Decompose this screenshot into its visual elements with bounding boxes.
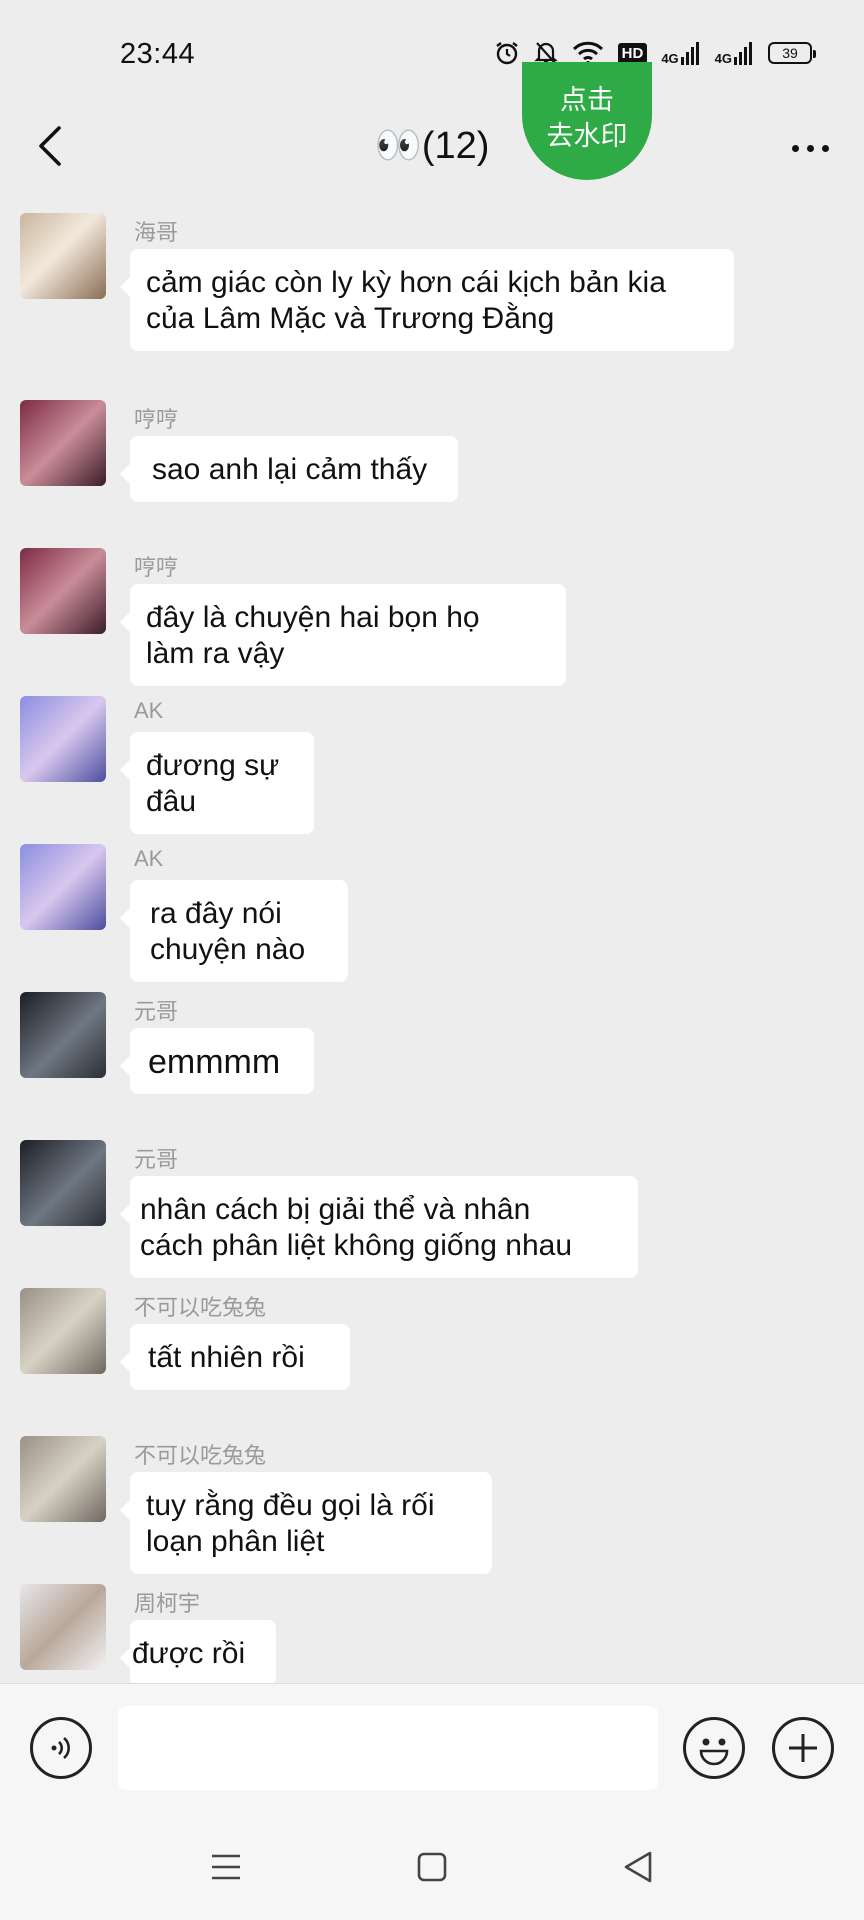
message-bubble[interactable]: tuy rằng đều gọi là rối loạn phân liệt [120, 1472, 492, 1574]
message-line: của Lâm Mặc và Trương Đằng [146, 302, 555, 335]
voice-icon [51, 1737, 70, 1759]
message-line: ra đây nói [150, 897, 282, 930]
watermark-label-1: 点击 [560, 85, 614, 115]
message-line: chuyện nào [150, 933, 306, 966]
sender-name: AK [134, 698, 164, 723]
back-triangle-icon [624, 1851, 652, 1883]
message-line: được rồi [132, 1637, 246, 1670]
avatar[interactable] [20, 1436, 106, 1522]
avatar[interactable] [20, 1140, 106, 1226]
network-label-1: 4G [661, 51, 679, 66]
menu-icon [212, 1854, 240, 1880]
chat-title: 👀(12) [374, 125, 490, 167]
avatar[interactable] [20, 400, 106, 486]
message-bubble[interactable]: đây là chuyện hai bọn họ làm ra vậy [120, 584, 566, 686]
sender-name: 哼哼 [134, 407, 179, 432]
message-line: tuy rằng đều gọi là rối [146, 1489, 435, 1522]
chat-header: 👀(12) [0, 88, 864, 203]
message-bubble[interactable]: sao anh lại cảm thấy [120, 436, 458, 502]
message-input[interactable] [118, 1706, 658, 1790]
signal-bars-icon [734, 42, 752, 65]
sender-name: 周柯宇 [134, 1591, 201, 1616]
sender-name: AK [134, 846, 164, 871]
battery-level: 39 [782, 45, 798, 61]
emoji-icon [699, 1738, 729, 1766]
battery-icon: 39 [768, 42, 816, 64]
message-list[interactable]: 海哥 cảm giác còn ly kỳ hơn cái kịch bản k… [0, 203, 864, 1683]
avatar[interactable] [20, 213, 106, 299]
message-line: tất nhiên rồi [148, 1341, 305, 1374]
message-bubble[interactable]: được rồi [120, 1620, 276, 1683]
more-button[interactable] [780, 128, 840, 168]
message-line: cách phân liệt không giống nhau [140, 1229, 573, 1262]
hd-badge: HD [617, 42, 648, 64]
avatar[interactable] [20, 548, 106, 634]
message-bubble[interactable]: nhân cách bị giải thể và nhân cách phân … [120, 1176, 638, 1278]
message-line: đương sự đâu [146, 749, 280, 818]
menu-button[interactable] [202, 1843, 250, 1891]
message-line: đây là chuyện hai bọn họ [146, 601, 480, 634]
avatar[interactable] [20, 1288, 106, 1374]
nav-back-button[interactable] [614, 1843, 662, 1891]
sender-name: 海哥 [134, 220, 179, 245]
message-bubble[interactable]: ra đây nói chuyện nào [120, 880, 348, 982]
avatar[interactable] [20, 696, 106, 782]
message-bubble[interactable]: tất nhiên rồi [120, 1324, 350, 1390]
message-line: nhân cách bị giải thể và nhân [140, 1193, 531, 1226]
voice-button[interactable] [30, 1717, 92, 1779]
sender-name: 不可以吃兔兔 [134, 1443, 267, 1468]
more-dot [806, 144, 814, 152]
message-line: cảm giác còn ly kỳ hơn cái kịch bản kia [146, 266, 666, 299]
plus-button[interactable] [772, 1717, 834, 1779]
status-bar: 23:44 HD 4G 4G 39 [0, 0, 864, 88]
signal-2: 4G [715, 41, 754, 65]
alarm-icon [495, 42, 518, 65]
message-line: loạn phân liệt [146, 1525, 325, 1558]
sender-name: 不可以吃兔兔 [134, 1295, 267, 1320]
message-bubble[interactable]: cảm giác còn ly kỳ hơn cái kịch bản kia … [120, 249, 734, 351]
home-icon [417, 1852, 447, 1882]
signal-bars-icon [680, 42, 699, 65]
sender-name: 元哥 [134, 999, 179, 1024]
watermark-label-2: 去水印 [546, 121, 628, 151]
message-line: làm ra vậy [146, 637, 285, 670]
more-dot [791, 144, 799, 152]
message-bubble[interactable]: emmmm [120, 1028, 314, 1094]
message-line: emmmm [148, 1043, 281, 1081]
network-label-2: 4G [714, 51, 732, 66]
sender-name: 元哥 [134, 1147, 179, 1172]
signal-1: 4G [661, 41, 700, 65]
plus-icon [789, 1734, 817, 1762]
avatar[interactable] [20, 992, 106, 1078]
home-button[interactable] [408, 1843, 456, 1891]
input-bar [0, 1683, 864, 1813]
more-dot [821, 144, 829, 152]
status-time: 23:44 [120, 38, 196, 70]
emoji-button[interactable] [683, 1717, 745, 1779]
message-line: sao anh lại cảm thấy [152, 453, 428, 486]
sender-name: 哼哼 [134, 555, 179, 580]
avatar[interactable] [20, 1584, 106, 1670]
message-bubble[interactable]: đương sự đâu [120, 732, 314, 834]
avatar[interactable] [20, 844, 106, 930]
system-nav-bar [0, 1813, 864, 1920]
